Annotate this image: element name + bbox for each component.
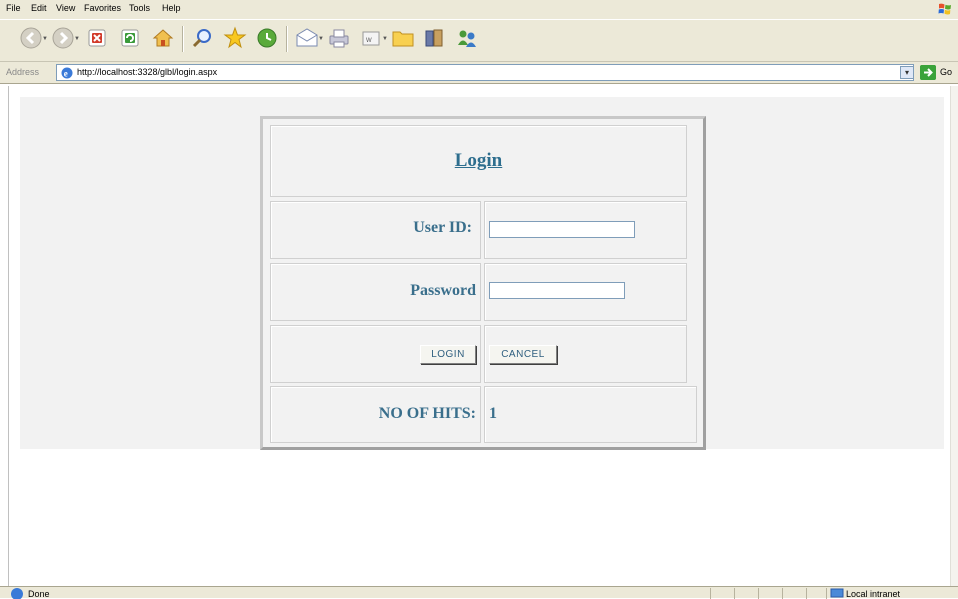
password-input[interactable] xyxy=(489,282,625,299)
cancel-button-cell: CANCEL xyxy=(484,325,687,383)
folder-icon[interactable] xyxy=(390,25,416,51)
research-icon[interactable] xyxy=(422,25,448,51)
menu-edit[interactable]: Edit xyxy=(31,3,47,13)
hits-label: NO OF HITS: xyxy=(378,405,476,422)
login-table: Login User ID: Password LOGIN CANCEL NO … xyxy=(260,116,706,450)
messenger-icon[interactable] xyxy=(454,25,480,51)
browser-window: File Edit View Favorites Tools Help ▼ ▼ xyxy=(0,0,958,599)
address-bar: Address e http://localhost:3328/glbl/log… xyxy=(0,62,958,84)
favorites-icon[interactable] xyxy=(222,25,248,51)
address-url: http://localhost:3328/glbl/login.aspx xyxy=(77,67,218,77)
mail-icon[interactable] xyxy=(294,25,320,51)
stop-icon[interactable] xyxy=(84,25,110,51)
print-icon[interactable] xyxy=(326,25,352,51)
user-label-cell: User ID: xyxy=(270,201,481,259)
ie-page-icon: e xyxy=(61,67,73,79)
page-done-icon xyxy=(11,588,23,599)
address-dropdown-button[interactable]: ▾ xyxy=(900,66,914,79)
menu-favorites[interactable]: Favorites xyxy=(84,3,121,13)
menu-view[interactable]: View xyxy=(56,3,75,13)
menu-file[interactable]: File xyxy=(6,3,21,13)
menu-help[interactable]: Help xyxy=(162,3,181,13)
user-id-input[interactable] xyxy=(489,221,635,238)
toolbar: ▼ ▼ ▼ W ▼ xyxy=(0,20,958,62)
login-button-cell: LOGIN xyxy=(270,325,481,383)
windows-logo-icon xyxy=(938,3,951,15)
address-input[interactable]: e http://localhost:3328/glbl/login.aspx xyxy=(56,64,914,81)
refresh-icon[interactable] xyxy=(117,25,143,51)
password-input-cell xyxy=(484,263,687,321)
svg-text:e: e xyxy=(64,69,68,79)
hits-count: 1 xyxy=(489,405,497,422)
hits-label-cell: NO OF HITS: xyxy=(270,386,481,443)
intranet-icon xyxy=(830,588,844,598)
login-title-cell: Login xyxy=(270,125,687,197)
search-icon[interactable] xyxy=(190,25,216,51)
menu-tools[interactable]: Tools xyxy=(129,3,150,13)
password-label-cell: Password xyxy=(270,263,481,321)
status-bar: Done Local intranet xyxy=(0,586,958,599)
go-button[interactable]: Go xyxy=(940,67,952,77)
edit-icon[interactable]: W xyxy=(358,25,384,51)
login-button[interactable]: LOGIN xyxy=(420,345,476,364)
cancel-button[interactable]: CANCEL xyxy=(489,345,557,364)
hits-value-cell: 1 xyxy=(484,386,697,443)
back-icon[interactable] xyxy=(18,25,44,51)
user-id-label: User ID: xyxy=(413,219,472,236)
svg-text:W: W xyxy=(366,38,372,44)
history-icon[interactable] xyxy=(254,25,280,51)
menu-bar: File Edit View Favorites Tools Help xyxy=(0,0,958,20)
forward-icon[interactable] xyxy=(50,25,76,51)
user-input-cell xyxy=(484,201,687,259)
vertical-scrollbar[interactable] xyxy=(950,86,958,586)
password-label: Password xyxy=(410,282,476,299)
go-arrow-icon[interactable] xyxy=(920,65,936,80)
login-title: Login xyxy=(454,150,503,171)
address-label: Address xyxy=(6,67,40,77)
home-icon[interactable] xyxy=(150,25,176,51)
